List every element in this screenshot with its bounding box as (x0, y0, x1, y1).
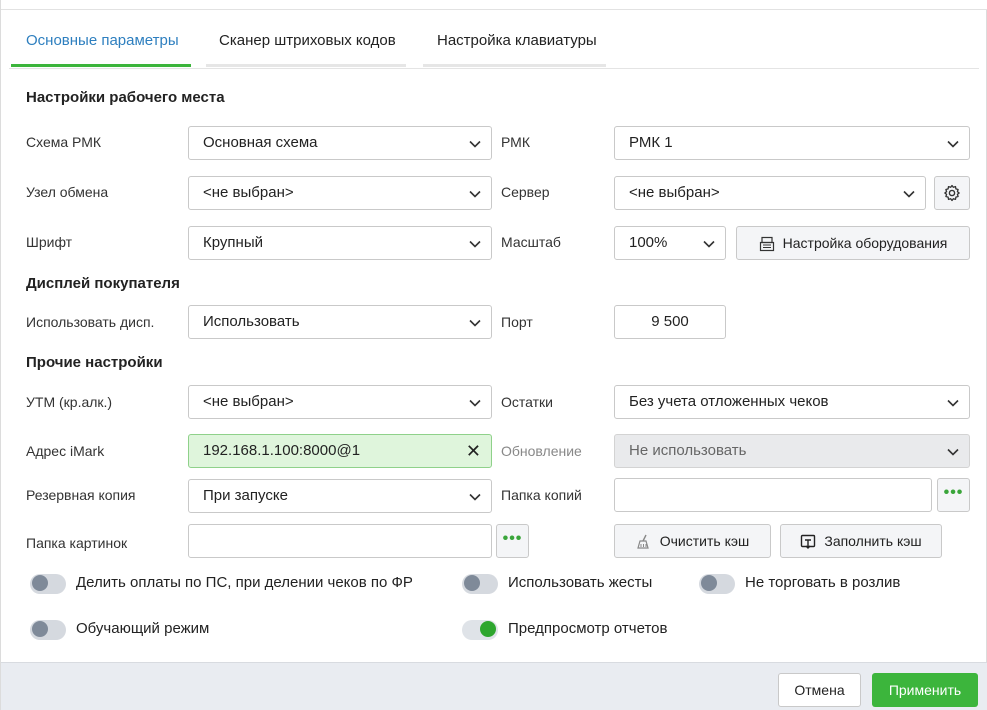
tab-keyboard-settings[interactable]: Настройка клавиатуры (437, 32, 597, 49)
chevron-down-icon (469, 307, 481, 337)
chevron-down-icon (469, 228, 481, 258)
tab-barcode-scanner-underline (206, 64, 406, 67)
tab-keyboard-settings-underline (423, 64, 606, 67)
scale-select[interactable]: 100% (614, 226, 726, 260)
update-label: Обновление (501, 443, 582, 459)
fill-cache-icon (800, 534, 816, 550)
backup-label: Резервная копия (26, 487, 136, 503)
tab-separator (9, 68, 979, 69)
port-label: Порт (501, 314, 533, 330)
scheme-select[interactable]: Основная схема (188, 126, 492, 160)
display-use-label: Использовать дисп. (26, 314, 155, 330)
settings-window: Основные параметры Сканер штриховых кодо… (0, 0, 987, 710)
scheme-value: Основная схема (203, 134, 318, 151)
backup-folder-input[interactable] (614, 478, 932, 512)
port-input[interactable]: 9 500 (614, 305, 726, 339)
section-title-customer-display: Дисплей покупателя (26, 275, 180, 292)
update-value: Не использовать (629, 442, 747, 459)
chevron-down-icon (469, 481, 481, 511)
dialog-footer: Отмена Применить (1, 662, 987, 710)
section-title-other-settings: Прочие настройки (26, 354, 163, 371)
toggle-use-gestures-label: Использовать жесты (508, 574, 653, 591)
display-use-select[interactable]: Использовать (188, 305, 492, 339)
cash-register-icon (759, 236, 775, 252)
node-select[interactable]: <не выбран> (188, 176, 492, 210)
backup-folder-browse-button[interactable]: ••• (937, 478, 970, 512)
update-select: Не использовать (614, 434, 970, 468)
toggle-training-mode[interactable]: Обучающий режим (30, 619, 250, 641)
node-value: <не выбран> (203, 184, 294, 201)
equipment-settings-button[interactable]: Настройка оборудования (736, 226, 970, 260)
chevron-down-icon (469, 387, 481, 417)
utm-select[interactable]: <не выбран> (188, 385, 492, 419)
server-value: <не выбран> (629, 184, 720, 201)
server-settings-button[interactable] (934, 176, 970, 210)
images-folder-browse-button[interactable]: ••• (496, 524, 529, 558)
tab-bar: Основные параметры Сканер штриховых кодо… (1, 24, 987, 69)
scale-value: 100% (629, 234, 668, 251)
toggle-report-preview-label: Предпросмотр отчетов (508, 620, 668, 637)
tab-main-params-underline (11, 64, 191, 67)
backup-folder-label: Папка копий (501, 487, 582, 503)
toggle-report-preview[interactable]: Предпросмотр отчетов (462, 619, 702, 641)
display-use-value: Использовать (203, 313, 300, 330)
clear-cache-label: Очистить кэш (659, 533, 750, 549)
toggle-use-gestures[interactable]: Использовать жесты (462, 573, 682, 595)
scale-label: Масштаб (501, 234, 561, 250)
section-title-workplace: Настройки рабочего места (26, 89, 225, 106)
font-value: Крупный (203, 234, 263, 251)
imark-input[interactable]: 192.168.1.100:8000@1 ✕ (188, 434, 492, 468)
chevron-down-icon (703, 228, 715, 258)
apply-button[interactable]: Применить (872, 673, 978, 707)
stock-value: Без учета отложенных чеков (629, 393, 829, 410)
node-label: Узел обмена (26, 184, 109, 200)
toggle-no-draft-sales[interactable]: Не торговать в розлив (699, 573, 939, 595)
cancel-button[interactable]: Отмена (778, 673, 861, 707)
backup-value: При запуске (203, 487, 288, 504)
tab-barcode-scanner[interactable]: Сканер штриховых кодов (219, 32, 396, 49)
tab-main-params[interactable]: Основные параметры (26, 32, 179, 49)
scheme-label: Схема РМК (26, 134, 102, 150)
equipment-settings-label: Настройка оборудования (782, 235, 948, 251)
fill-cache-label: Заполнить кэш (824, 533, 922, 549)
chevron-down-icon (469, 178, 481, 208)
clear-cache-button[interactable]: Очистить кэш (614, 524, 771, 558)
window-top-edge (1, 0, 987, 10)
imark-value: 192.168.1.100:8000@1 (203, 442, 361, 459)
rmk-value: РМК 1 (629, 134, 673, 151)
images-folder-label: Папка картинок (26, 535, 128, 551)
utm-value: <не выбран> (203, 393, 294, 410)
images-folder-input[interactable] (188, 524, 492, 558)
chevron-down-icon (947, 128, 959, 158)
fill-cache-button[interactable]: Заполнить кэш (780, 524, 942, 558)
chevron-down-icon (903, 178, 915, 208)
chevron-down-icon (469, 128, 481, 158)
font-label: Шрифт (26, 234, 73, 250)
chevron-down-icon (947, 387, 959, 417)
stock-label: Остатки (501, 394, 553, 410)
toggle-split-payments-label: Делить оплаты по ПС, при делении чеков п… (76, 574, 413, 591)
rmk-label: РМК (501, 134, 530, 150)
broom-icon (636, 534, 652, 550)
toggle-training-mode-label: Обучающий режим (76, 620, 210, 637)
toggle-no-draft-sales-label: Не торговать в розлив (745, 574, 901, 591)
font-select[interactable]: Крупный (188, 226, 492, 260)
stock-select[interactable]: Без учета отложенных чеков (614, 385, 970, 419)
imark-label: Адрес iMark (26, 443, 105, 459)
utm-label: УТМ (кр.алк.) (26, 394, 113, 410)
toggle-split-payments[interactable]: Делить оплаты по ПС, при делении чеков п… (30, 573, 430, 595)
backup-select[interactable]: При запуске (188, 479, 492, 513)
gear-icon (943, 184, 961, 205)
chevron-down-icon (947, 436, 959, 466)
rmk-select[interactable]: РМК 1 (614, 126, 970, 160)
server-select[interactable]: <не выбран> (614, 176, 926, 210)
server-label: Сервер (501, 184, 550, 200)
close-icon[interactable]: ✕ (466, 435, 481, 467)
